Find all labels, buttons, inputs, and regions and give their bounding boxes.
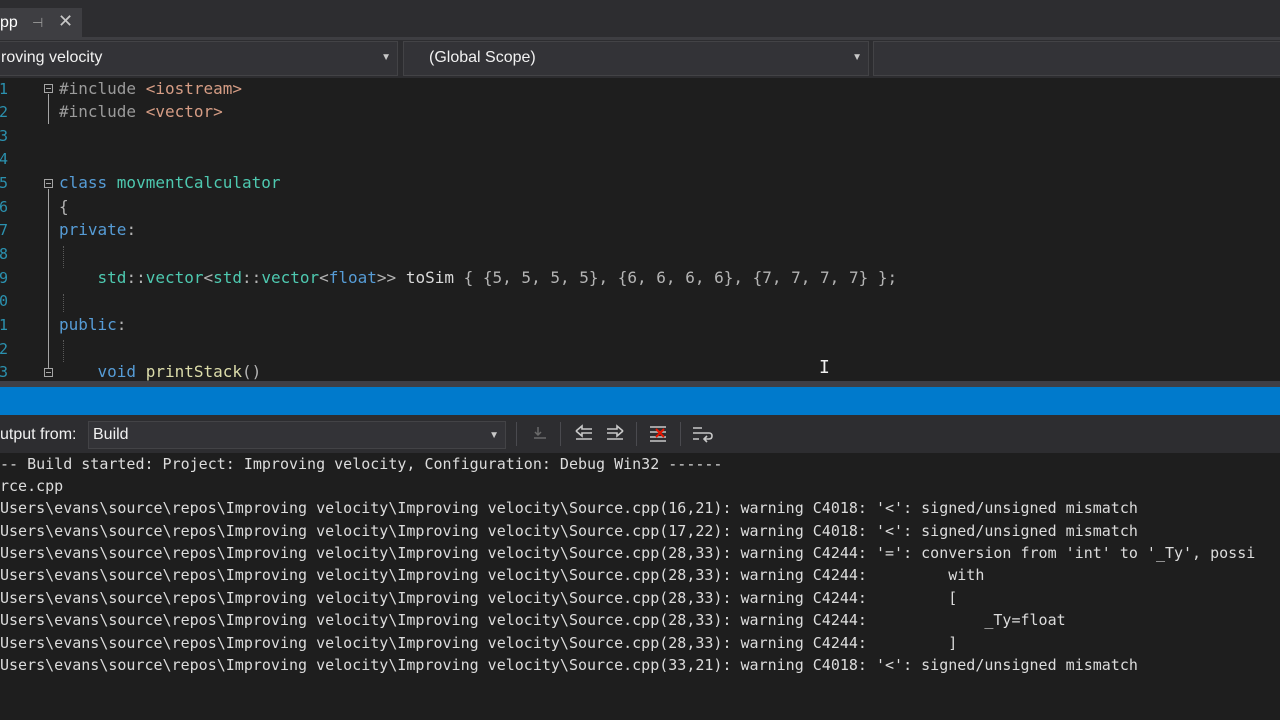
previous-message-icon[interactable] (572, 423, 596, 445)
indent-guide (63, 246, 64, 268)
output-line: -- Build started: Project: Improving vel… (0, 455, 723, 473)
code-token: #include (59, 102, 146, 121)
outline-line (48, 94, 49, 124)
output-line: Users\evans\source\repos\Improving veloc… (0, 522, 1138, 540)
code-token: : (126, 220, 137, 239)
chevron-down-icon: ▼ (489, 430, 499, 441)
chevron-down-icon: ▼ (381, 52, 391, 63)
line-number: 9 (0, 269, 8, 287)
output-line: Users\evans\source\repos\Improving veloc… (0, 634, 958, 652)
output-panel-title-bar[interactable] (0, 387, 1280, 415)
project-dropdown[interactable]: roving velocity ▼ (0, 41, 398, 76)
code-token: :: (242, 268, 262, 287)
scope-dropdown[interactable]: (Global Scope) ▼ (403, 41, 869, 76)
collapse-region-icon[interactable] (44, 179, 53, 188)
word-wrap-icon[interactable] (690, 423, 714, 445)
toolbar-separator (636, 422, 637, 446)
find-message-icon[interactable] (528, 423, 552, 445)
code-token: :: (126, 268, 146, 287)
line-number: 10 (0, 292, 8, 310)
code-token: printStack (145, 362, 243, 381)
document-tab-label: pp (0, 14, 18, 31)
collapse-region-icon[interactable] (44, 368, 53, 377)
line-number: 4 (0, 150, 8, 168)
line-number: 2 (0, 103, 8, 121)
code-line[interactable]: std::vector<std::vector<float>> toSim { … (59, 268, 898, 287)
code-token: vector (261, 268, 320, 287)
code-token: : (116, 315, 127, 334)
next-message-icon[interactable] (603, 423, 627, 445)
output-line: Users\evans\source\repos\Improving veloc… (0, 544, 1256, 562)
output-line: Users\evans\source\repos\Improving veloc… (0, 499, 1138, 517)
line-number: 11 (0, 316, 8, 334)
code-token: movmentCalculator (116, 173, 281, 192)
code-line[interactable]: class movmentCalculator (59, 173, 281, 192)
code-line[interactable]: public: (59, 315, 126, 334)
clear-all-icon[interactable] (646, 423, 670, 445)
output-line: rce.cpp (0, 477, 64, 495)
line-number: 1 (0, 80, 8, 98)
code-line[interactable]: #include <vector> (59, 102, 223, 121)
code-token: < (319, 268, 329, 287)
output-line: Users\evans\source\repos\Improving veloc… (0, 566, 985, 584)
project-dropdown-value: roving velocity (1, 49, 103, 66)
output-line: Users\evans\source\repos\Improving veloc… (0, 656, 1138, 674)
chevron-down-icon: ▼ (852, 52, 862, 63)
code-token: void (97, 362, 146, 381)
indent-guide (63, 294, 64, 312)
toolbar-separator (516, 422, 517, 446)
code-token: #include (59, 79, 146, 98)
toolbar-separator (680, 422, 681, 446)
code-token: std (97, 268, 127, 287)
outline-line (48, 189, 49, 369)
code-editor[interactable]: 1 2 3 4 5 6 7 8 9 10 11 12 13 #include <… (0, 78, 1280, 381)
line-number: 6 (0, 198, 8, 216)
code-line[interactable]: private: (59, 220, 136, 239)
collapse-region-icon[interactable] (44, 84, 53, 93)
code-token: public (59, 315, 117, 334)
member-dropdown[interactable] (873, 41, 1280, 76)
code-line[interactable]: { (59, 197, 69, 216)
line-number: 8 (0, 245, 8, 263)
output-toolbar: utput from: Build ▼ (0, 415, 1280, 453)
code-token: std (213, 268, 243, 287)
navigation-bar: roving velocity ▼ (Global Scope) ▼ (0, 40, 1280, 78)
output-from-label: utput from: (0, 426, 77, 443)
line-number: 13 (0, 363, 8, 381)
code-token: float (328, 268, 377, 287)
output-line: Users\evans\source\repos\Improving veloc… (0, 611, 1066, 629)
close-icon[interactable]: ✕ (58, 11, 73, 32)
scope-dropdown-value: (Global Scope) (429, 49, 536, 66)
document-tab[interactable]: pp ⊣ ✕ (0, 8, 82, 37)
line-number: 12 (0, 340, 8, 358)
code-token: { (59, 197, 69, 216)
code-token: { {5, 5, 5, 5}, {6, 6, 6, 6}, {7, 7, 7, … (454, 268, 898, 287)
code-line[interactable]: void printStack() (59, 362, 262, 381)
code-token: vector (145, 268, 204, 287)
line-number: 5 (0, 174, 8, 192)
output-source-value: Build (93, 426, 129, 443)
code-token: < (203, 268, 214, 287)
line-number: 7 (0, 221, 8, 239)
code-line[interactable]: #include <iostream> (59, 79, 242, 98)
code-token: >> (376, 268, 406, 287)
code-token: class (59, 173, 117, 192)
pin-icon[interactable]: ⊣ (32, 15, 43, 31)
code-token: <vector> (145, 102, 223, 121)
code-token: () (242, 362, 262, 381)
indent-guide (63, 340, 64, 362)
code-token: toSim (405, 268, 454, 287)
output-panel: utput from: Build ▼ -- Build started: Pr… (0, 415, 1280, 720)
code-token: <iostream> (145, 79, 243, 98)
toolbar-separator (560, 422, 561, 446)
output-line: Users\evans\source\repos\Improving veloc… (0, 589, 958, 607)
output-source-dropdown[interactable]: Build ▼ (88, 421, 506, 449)
text-cursor-icon: I (819, 357, 830, 378)
code-token: private (59, 220, 127, 239)
document-tab-strip: pp ⊣ ✕ (0, 0, 1280, 37)
line-number: 3 (0, 127, 8, 145)
output-text-area[interactable]: -- Build started: Project: Improving vel… (0, 453, 1280, 720)
